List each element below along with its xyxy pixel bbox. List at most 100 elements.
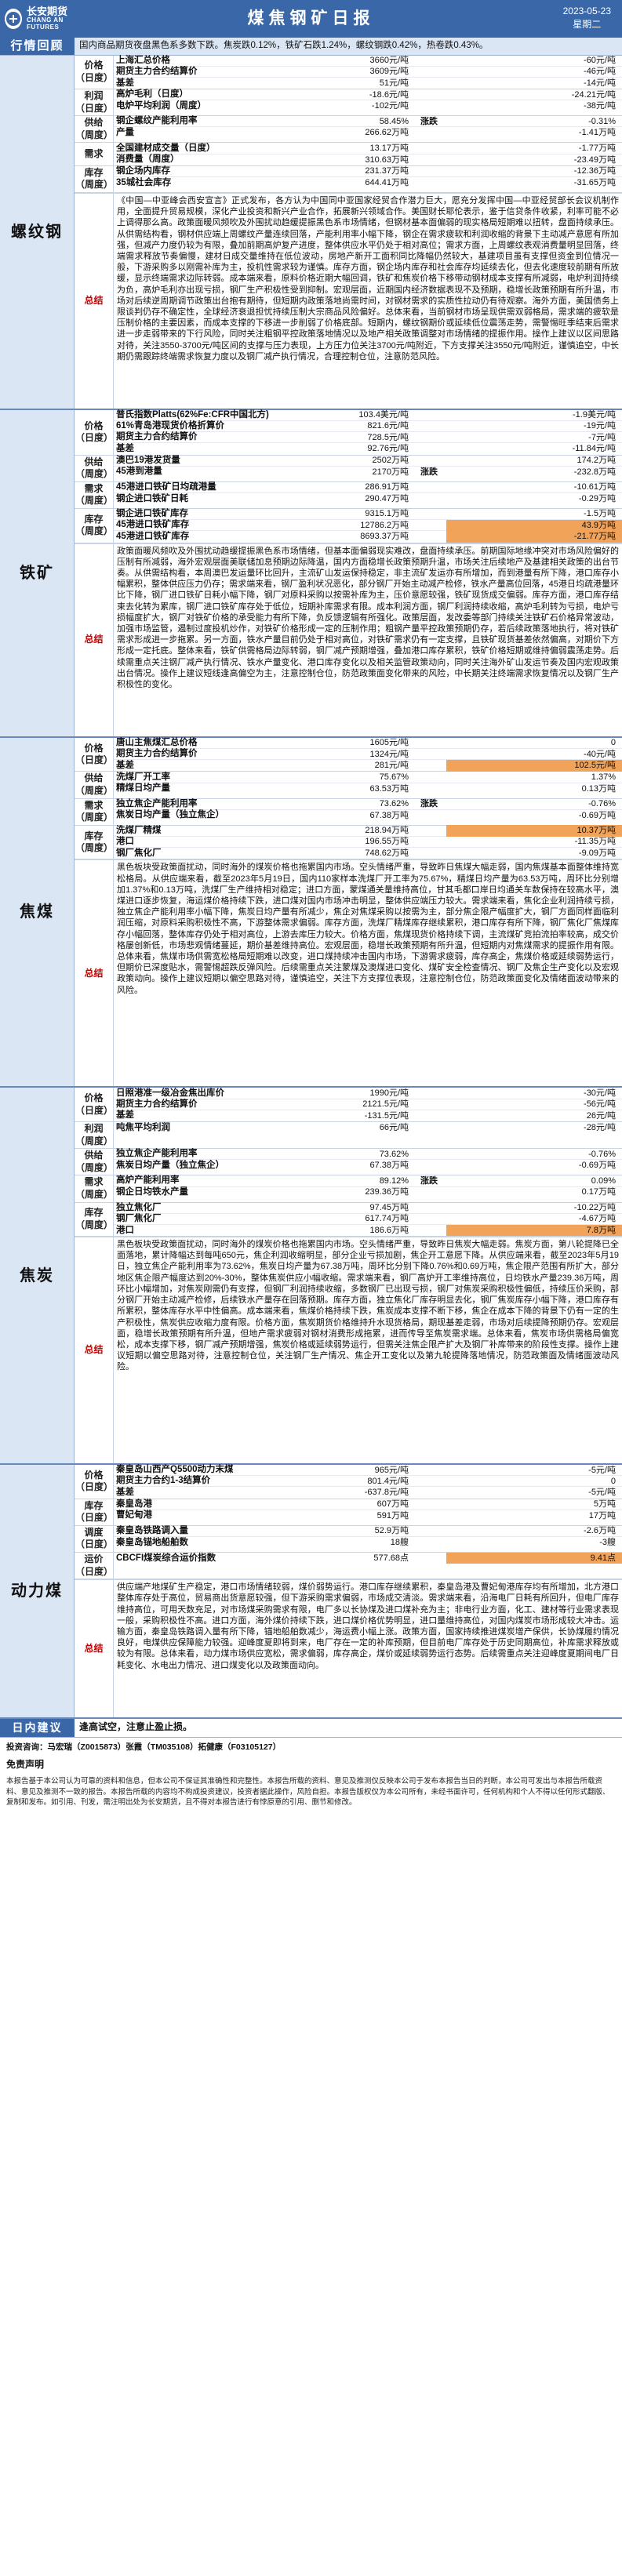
metric-name: 钢厂焦化厂 bbox=[116, 1213, 162, 1223]
metric-group: 库存（日度） 秦皇岛港 607万吨 5万吨 曹妃甸港 591万吨 17万吨 bbox=[75, 1499, 622, 1526]
metric-change: 43.9万吨 bbox=[446, 519, 622, 531]
metric-change: -40元/吨 bbox=[584, 749, 616, 759]
summary-label: 总结 bbox=[75, 194, 114, 409]
metric-change: 0 bbox=[610, 738, 616, 748]
metric-change: 9.41点 bbox=[446, 1552, 622, 1564]
section-name: 焦煤 bbox=[0, 737, 75, 1087]
metric-group-label: 价格（日度） bbox=[75, 737, 114, 772]
metric-rows: 高炉产能利用率 89.12% 涨跌 0.09% 钢企日均铁水产量 239.36万吨 0.17… bbox=[114, 1175, 622, 1201]
metric-name: 45港进口铁矿日均疏港量 bbox=[116, 481, 216, 492]
metric-value: 1605元/吨 bbox=[369, 738, 409, 748]
table-row: 钢企场内库存 231.37万吨 -12.36万吨 bbox=[114, 166, 622, 178]
metric-name: 电炉平均利润（周度） bbox=[116, 100, 206, 111]
metric-group: 需求（周度） 45港进口铁矿日均疏港量 286.91万吨 -10.61万吨 钢企进口铁矿… bbox=[75, 481, 622, 509]
table-row: 日照港准一级冶金焦出库价 1990元/吨 -30元/吨 bbox=[114, 1088, 622, 1099]
metric-group: 需求（周度） 高炉产能利用率 89.12% 涨跌 0.09% 钢企日均铁水产量 239.36… bbox=[75, 1175, 622, 1203]
metric-value: 591万吨 bbox=[376, 1510, 409, 1521]
metric-rows: 钢企场内库存 231.37万吨 -12.36万吨 35城社会库存 644.41万吨 -31… bbox=[114, 166, 622, 192]
metric-value: -18.6元/吨 bbox=[369, 89, 409, 100]
metric-group-label: 调度（日度） bbox=[75, 1525, 114, 1553]
report-date: 2023-05-23 bbox=[562, 5, 611, 16]
metric-name: 基差 bbox=[116, 78, 134, 88]
metric-name: 基差 bbox=[116, 444, 134, 453]
summary-block: 总结 黑色板块受政策面扰动，同时海外的煤炭价格也拖累国内市场。空头情绪严重，导致昨… bbox=[75, 1237, 622, 1464]
table-row: 电炉平均利润（周度） -102元/吨 -38元/吨 bbox=[114, 100, 622, 111]
summary-text: 供应端产地煤矿生产稳定，港口市场情绪较弱，煤价弱势运行。港口库存继续累积，秦皇岛… bbox=[117, 1582, 619, 1670]
metric-rows: 秦皇岛铁路调入量 52.9万吨 -2.6万吨 秦皇岛锚地船舶数 18艘 -3艘 bbox=[114, 1526, 622, 1552]
metric-name: 洗煤厂开工率 bbox=[116, 772, 170, 782]
metric-name: 期货主力合约结算价 bbox=[116, 749, 198, 759]
intraday-advice: 日内建议 逢高试空，注意止盈止损。 bbox=[0, 1718, 622, 1738]
table-row: 钢企进口铁矿库存 9315.1万吨 -1.5万吨 bbox=[114, 509, 622, 521]
metric-value: 617.74万吨 bbox=[365, 1214, 409, 1224]
metric-value: 310.63万吨 bbox=[365, 154, 409, 165]
metric-group: 供给（周度） 洗煤厂开工率 75.67% 1.37% 精煤日均产量 63.53万吨 0.13… bbox=[75, 772, 622, 799]
table-row: 高炉产能利用率 89.12% 涨跌 0.09% bbox=[114, 1175, 622, 1187]
table-row: 45港到港量 2170万吨 涨跌 -232.8万吨 bbox=[114, 467, 622, 478]
metric-rows: 日照港准一级冶金焦出库价 1990元/吨 -30元/吨 期货主力合约结算价 2121.5… bbox=[114, 1088, 622, 1121]
metric-value: 51元/吨 bbox=[379, 78, 409, 88]
metric-value: 239.36万吨 bbox=[365, 1187, 409, 1197]
metric-change: -7元/吨 bbox=[588, 432, 616, 442]
metric-change: -11.35万吨 bbox=[574, 837, 616, 847]
metric-value: 644.41万吨 bbox=[365, 177, 409, 187]
metric-name: 期货主力合约结算价 bbox=[116, 66, 198, 76]
metric-change: -5元/吨 bbox=[588, 1488, 616, 1498]
metric-group-label: 价格（日度） bbox=[75, 55, 114, 89]
metric-group: 库存（周度） 洗煤厂精煤 218.94万吨 10.37万吨 港口 196.55万吨 -11.… bbox=[75, 825, 622, 860]
summary-label: 总结 bbox=[75, 860, 114, 1087]
metric-rows: 独立焦化厂 97.45万吨 -10.22万吨 钢厂焦化厂 617.74万吨 -4.67万吨… bbox=[114, 1203, 622, 1237]
metric-change: -19元/吨 bbox=[584, 421, 616, 431]
metric-name: 焦炭日均产量（独立焦企） bbox=[116, 1160, 224, 1170]
metric-value: 290.47万吨 bbox=[365, 493, 409, 503]
advice-label: 日内建议 bbox=[0, 1718, 75, 1737]
metric-value: 2121.5元/吨 bbox=[362, 1099, 409, 1110]
table-row: CBCFI煤炭综合运价指数 577.68点 9.41点 bbox=[114, 1552, 622, 1564]
table-row: 基差 -131.5元/吨 26元/吨 bbox=[114, 1110, 622, 1121]
metric-name: 高炉毛利（日度） bbox=[116, 89, 188, 100]
table-row: 高炉毛利（日度） -18.6元/吨 -24.21元/吨 bbox=[114, 89, 622, 101]
metric-change: -1.77万吨 bbox=[578, 143, 616, 153]
metric-group-label: 库存（日度） bbox=[75, 1499, 114, 1525]
metric-value: 577.68点 bbox=[373, 1553, 409, 1563]
metric-change: 0.09% bbox=[591, 1175, 616, 1186]
metric-change: 5万吨 bbox=[593, 1499, 616, 1510]
metric-group-label: 库存（周度） bbox=[75, 825, 114, 859]
table-row: 基差 51元/吨 -14元/吨 bbox=[114, 78, 622, 89]
metric-name: 秦皇岛铁路调入量 bbox=[116, 1525, 188, 1535]
table-row: 全国建材成交量（日度） 13.17万吨 -1.77万吨 bbox=[114, 143, 622, 154]
change-tag: 涨跌 bbox=[420, 799, 438, 809]
metric-group-label: 利润（日度） bbox=[75, 89, 114, 116]
summary-text: 《中国—中亚峰会西安宣言》正式发布，各方认为中国同中亚国家经贸合作潜力巨大，愿充… bbox=[117, 196, 619, 362]
metric-rows: 唐山主焦煤汇总价格 1605元/吨 0 期货主力合约结算价 1324元/吨 -40元/吨基… bbox=[114, 738, 622, 772]
metric-name: 产量 bbox=[116, 128, 134, 138]
section-1: 铁矿 价格（日度） 普氏指数Platts(62%Fe:CFR中国北方) 103.4美元… bbox=[0, 409, 622, 738]
metric-value: 89.12% bbox=[379, 1175, 409, 1186]
market-review-text: 国内商品期货夜盘黑色系多数下跌。焦炭跌0.12%，铁矿石跌1.24%，螺纹钢跌0… bbox=[75, 38, 622, 55]
summary-text: 黑色板块受政策面扰动，同时海外的煤炭价格也拖累国内市场。空头情绪严重，导致昨日焦… bbox=[117, 863, 619, 995]
metric-group-label: 需求（周度） bbox=[75, 798, 114, 825]
metric-change: -2.6万吨 bbox=[584, 1526, 616, 1536]
metric-value: 286.91万吨 bbox=[365, 482, 409, 492]
table-row: 独立焦化厂 97.45万吨 -10.22万吨 bbox=[114, 1203, 622, 1214]
table-row: 产量 266.62万吨 -1.41万吨 bbox=[114, 127, 622, 138]
metric-value: 186.6万吨 bbox=[369, 1225, 409, 1235]
metric-rows: 秦皇岛山西产Q5500动力末煤 965元/吨 -5元/吨 期货主力合约1-3结算价 80… bbox=[114, 1465, 622, 1499]
table-row: 焦炭日均产量（独立焦企） 67.38万吨 -0.69万吨 bbox=[114, 1160, 622, 1171]
metric-change: 174.2万吨 bbox=[577, 456, 616, 466]
metric-group: 库存（周度） 钢企进口铁矿库存 9315.1万吨 -1.5万吨 45港进口铁矿库存 127… bbox=[75, 508, 622, 543]
metric-group: 需求 全国建材成交量（日度） 13.17万吨 -1.77万吨 消费量（周度） 310.63… bbox=[75, 143, 622, 166]
table-row: 秦皇岛锚地船舶数 18艘 -3艘 bbox=[114, 1537, 622, 1548]
metric-name: 曹妃甸港 bbox=[116, 1510, 152, 1521]
metric-name: 独立焦化厂 bbox=[116, 1202, 162, 1212]
table-row: 期货主力合约1-3结算价 801.4元/吨 0 bbox=[114, 1476, 622, 1488]
table-row: 焦炭日均产量（独立焦企） 67.38万吨 -0.69万吨 bbox=[114, 810, 622, 821]
metric-name: 消费量（周度） bbox=[116, 154, 180, 165]
metric-group: 利润（日度） 高炉毛利（日度） -18.6元/吨 -24.21元/吨 电炉平均利润（周度… bbox=[75, 89, 622, 117]
metric-rows: 吨焦平均利润 66元/吨 -28元/吨 bbox=[114, 1122, 622, 1148]
summary-block: 总结 供应端产地煤矿生产稳定，港口市场情绪较弱，煤价弱势运行。港口库存继续累积，秦… bbox=[75, 1579, 622, 1717]
metric-value: 3660元/吨 bbox=[369, 55, 409, 65]
metric-value: 103.4美元/吨 bbox=[358, 410, 409, 420]
metric-rows: 秦皇岛港 607万吨 5万吨 曹妃甸港 591万吨 17万吨 bbox=[114, 1499, 622, 1525]
table-row: 期货主力合约结算价 728.5元/吨 -7元/吨 bbox=[114, 432, 622, 444]
